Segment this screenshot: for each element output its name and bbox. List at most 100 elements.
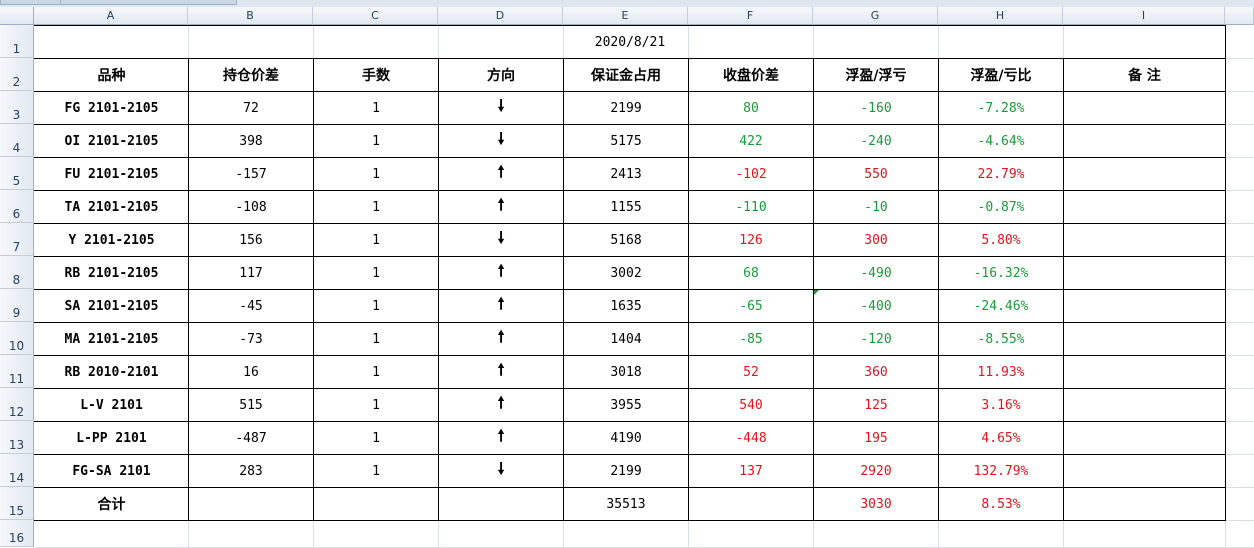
cell-pnl[interactable]: 550: [814, 158, 938, 190]
header-lots[interactable]: 手数: [314, 59, 438, 91]
cell-notes[interactable]: [1064, 125, 1225, 157]
cell-pnl-ratio[interactable]: 3.16%: [939, 389, 1063, 421]
cell-pnl[interactable]: 300: [814, 224, 938, 256]
arrow-down-icon[interactable]: 🠗: [439, 92, 563, 124]
arrow-up-icon[interactable]: 🠕: [439, 290, 563, 322]
arrow-up-icon[interactable]: 🠕: [439, 389, 563, 421]
cell-pnl[interactable]: 2920: [814, 455, 938, 487]
title-date[interactable]: 2020/8/21: [35, 26, 1225, 58]
arrow-up-icon[interactable]: 🠕: [439, 356, 563, 388]
cell-notes[interactable]: [1064, 455, 1225, 487]
row-header-6[interactable]: 6: [0, 190, 34, 223]
select-all-corner[interactable]: [0, 7, 34, 25]
column-header-h[interactable]: H: [938, 7, 1063, 25]
cell-close-spread[interactable]: 52: [689, 356, 813, 388]
cell-margin[interactable]: 5168: [564, 224, 688, 256]
header-notes[interactable]: 备 注: [1064, 59, 1225, 91]
cell-pnl-ratio[interactable]: -8.55%: [939, 323, 1063, 355]
column-header-e[interactable]: E: [563, 7, 688, 25]
cell-close-spread[interactable]: 422: [689, 125, 813, 157]
cell-variety[interactable]: FG-SA 2101: [35, 455, 188, 487]
cell-close-spread[interactable]: 137: [689, 455, 813, 487]
cell-variety[interactable]: FG 2101-2105: [35, 92, 188, 124]
row-header-12[interactable]: 12: [0, 388, 34, 421]
header-close-spread[interactable]: 收盘价差: [689, 59, 813, 91]
row-header-11[interactable]: 11: [0, 355, 34, 388]
cell-pnl-ratio[interactable]: -0.87%: [939, 191, 1063, 223]
cell-pnl[interactable]: -490: [814, 257, 938, 289]
total-margin[interactable]: 35513: [564, 488, 688, 520]
cell-pnl[interactable]: 360: [814, 356, 938, 388]
row-header-4[interactable]: 4: [0, 124, 34, 157]
row-header-8[interactable]: 8: [0, 256, 34, 289]
cell-lots[interactable]: 1: [314, 257, 438, 289]
cell-margin[interactable]: 3018: [564, 356, 688, 388]
row-header-14[interactable]: 14: [0, 454, 34, 487]
cell-variety[interactable]: L-V 2101: [35, 389, 188, 421]
cell-lots[interactable]: 1: [314, 290, 438, 322]
cell-lots[interactable]: 1: [314, 356, 438, 388]
cell-close-spread[interactable]: -85: [689, 323, 813, 355]
row-header-9[interactable]: 9: [0, 289, 34, 322]
row-header-3[interactable]: 3: [0, 91, 34, 124]
cell-direction[interactable]: [439, 488, 563, 520]
arrow-down-icon[interactable]: 🠗: [439, 455, 563, 487]
row-header-13[interactable]: 13: [0, 421, 34, 454]
cell-notes[interactable]: [1064, 257, 1225, 289]
cell-margin[interactable]: 1404: [564, 323, 688, 355]
cell-variety[interactable]: RB 2010-2101: [35, 356, 188, 388]
column-header-f[interactable]: F: [688, 7, 813, 25]
header-direction[interactable]: 方向: [439, 59, 563, 91]
cell-spread[interactable]: 16: [189, 356, 313, 388]
cell-margin[interactable]: 2199: [564, 92, 688, 124]
cell-lots[interactable]: 1: [314, 323, 438, 355]
arrow-up-icon[interactable]: 🠕: [439, 323, 563, 355]
cell-margin[interactable]: 2199: [564, 455, 688, 487]
header-margin[interactable]: 保证金占用: [564, 59, 688, 91]
toolbar-tab-hint[interactable]: [60, 0, 237, 5]
cell-pnl-ratio[interactable]: 22.79%: [939, 158, 1063, 190]
header-variety[interactable]: 品种: [35, 59, 188, 91]
cell-notes[interactable]: [1064, 488, 1225, 520]
cell-spread[interactable]: -108: [189, 191, 313, 223]
row-header-10[interactable]: 10: [0, 322, 34, 355]
total-pnl-ratio[interactable]: 8.53%: [939, 488, 1063, 520]
cell-spread[interactable]: 117: [189, 257, 313, 289]
cell-notes[interactable]: [1064, 389, 1225, 421]
cell-variety[interactable]: TA 2101-2105: [35, 191, 188, 223]
arrow-up-icon[interactable]: 🠕: [439, 191, 563, 223]
cell-close-spread[interactable]: 68: [689, 257, 813, 289]
cell-pnl-ratio[interactable]: -7.28%: [939, 92, 1063, 124]
cell-notes[interactable]: [1064, 158, 1225, 190]
row-header-1[interactable]: 1: [0, 25, 34, 58]
cell-lots[interactable]: 1: [314, 92, 438, 124]
arrow-down-icon[interactable]: 🠗: [439, 125, 563, 157]
cell-variety[interactable]: OI 2101-2105: [35, 125, 188, 157]
arrow-up-icon[interactable]: 🠕: [439, 158, 563, 190]
cell-pnl-ratio[interactable]: 4.65%: [939, 422, 1063, 454]
cell-spread[interactable]: -157: [189, 158, 313, 190]
total-label[interactable]: 合计: [35, 488, 188, 520]
cell-notes[interactable]: [1064, 224, 1225, 256]
cell-lots[interactable]: 1: [314, 389, 438, 421]
cell-lots[interactable]: 1: [314, 422, 438, 454]
cell-lots[interactable]: 1: [314, 224, 438, 256]
row-header-15[interactable]: 15: [0, 487, 34, 520]
cell-margin[interactable]: 1155: [564, 191, 688, 223]
cell-pnl[interactable]: -120: [814, 323, 938, 355]
cell-spread[interactable]: 515: [189, 389, 313, 421]
cell-pnl[interactable]: -160: [814, 92, 938, 124]
column-header-i[interactable]: I: [1063, 7, 1225, 25]
cell-variety[interactable]: MA 2101-2105: [35, 323, 188, 355]
cell-margin[interactable]: 5175: [564, 125, 688, 157]
cell-pnl-ratio[interactable]: 5.80%: [939, 224, 1063, 256]
arrow-up-icon[interactable]: 🠕: [439, 257, 563, 289]
cell-pnl-ratio[interactable]: 132.79%: [939, 455, 1063, 487]
header-pnl[interactable]: 浮盈/浮亏: [814, 59, 938, 91]
arrow-up-icon[interactable]: 🠕: [439, 422, 563, 454]
cell-close-spread[interactable]: 540: [689, 389, 813, 421]
cell-pnl[interactable]: 125: [814, 389, 938, 421]
cell-close-spread[interactable]: -448: [689, 422, 813, 454]
cell-pnl-ratio[interactable]: 11.93%: [939, 356, 1063, 388]
cell-lots[interactable]: [314, 488, 438, 520]
